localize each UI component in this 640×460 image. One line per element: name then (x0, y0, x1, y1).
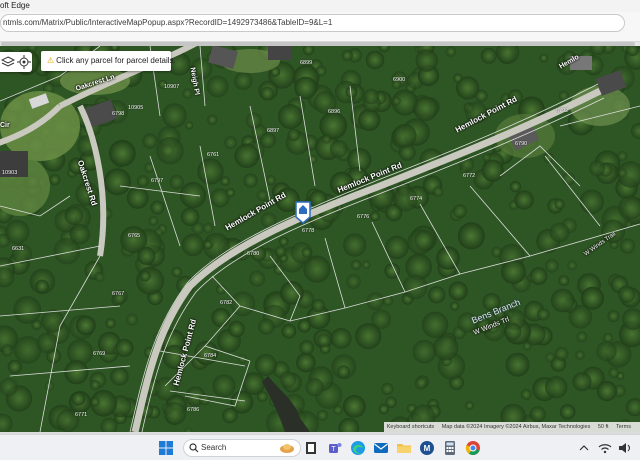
parcel-number: 6761 (207, 152, 220, 158)
chevron-up-icon[interactable] (578, 441, 590, 460)
map-attribution: Keyboard shortcuts Map data ©2024 Imager… (383, 422, 640, 432)
address-bar: ntmls.com/Matrix/Public/InteractiveMapPo… (0, 12, 640, 42)
start-icon[interactable] (158, 440, 174, 456)
parcel-hint-tooltip: ⚠ Click any parcel for parcel details. (41, 51, 176, 71)
m-app-icon[interactable]: M (419, 440, 435, 456)
svg-text:T: T (331, 446, 336, 453)
parcel-number: 6771 (75, 412, 88, 418)
parcel-number: 6765 (128, 233, 141, 239)
parcel-number: 6782 (220, 300, 233, 306)
parcel-number: 6780 (247, 251, 260, 257)
parcel-number: 6784 (204, 353, 217, 359)
calculator-icon[interactable] (442, 440, 458, 456)
search-highlight-icon (280, 442, 294, 454)
layers-icon[interactable] (0, 55, 16, 69)
parcel-hint-text: Click any parcel for parcel details. (56, 56, 176, 65)
parcel-number: 6790 (515, 141, 528, 147)
search-placeholder: Search (201, 443, 227, 452)
parcel-number: 6631 (12, 246, 25, 252)
keyboard-shortcuts-link[interactable]: Keyboard shortcuts (387, 424, 434, 430)
window-title: oft Edge (0, 1, 30, 10)
volume-icon[interactable] (618, 441, 632, 460)
parcel-number: 6900 (393, 77, 406, 83)
window-titlebar: oft Edge (0, 0, 640, 12)
parcel-number: 6897 (267, 128, 280, 134)
edge-icon[interactable] (350, 440, 366, 456)
wifi-icon[interactable] (598, 441, 612, 460)
warning-icon: ⚠ (47, 56, 55, 65)
parcel-number: 6792 (556, 108, 569, 114)
search-icon (189, 443, 199, 453)
interactive-map[interactable]: ⚠ Click any parcel for parcel details. He… (0, 46, 640, 432)
file-viewer-icon[interactable] (303, 440, 319, 456)
parcel-number: 6896 (328, 109, 341, 115)
map-data-credit: Map data ©2024 Imagery ©2024 Airbus, Max… (441, 424, 591, 430)
parcel-number: 6899 (300, 60, 313, 66)
parcel-number: 6769 (93, 351, 106, 357)
file-explorer-icon[interactable] (396, 440, 412, 456)
parcel-number: 6786 (187, 407, 200, 413)
parcel-number: 6767 (112, 291, 125, 297)
map-tools (0, 52, 32, 72)
parcel-number: 6797 (151, 178, 164, 184)
taskbar-search-box[interactable]: Search (183, 439, 301, 457)
parcel-number: 10905 (128, 105, 144, 111)
parcel-number: 6774 (410, 196, 423, 202)
parcel-number: 6772 (463, 173, 476, 179)
chrome-icon[interactable] (465, 440, 481, 456)
parcel-number: 10903 (2, 170, 18, 176)
taskbar: Search T M (0, 434, 640, 460)
aerial-imagery (0, 46, 640, 432)
map-scale: 50 ft (597, 424, 609, 430)
parcel-number: 10907 (164, 84, 180, 90)
road-label: Cir (0, 122, 10, 129)
parcel-number: 6776 (357, 214, 370, 220)
svg-text:M: M (424, 444, 431, 453)
parcel-number: 6778 (302, 228, 315, 234)
url-field[interactable]: ntmls.com/Matrix/Public/InteractiveMapPo… (0, 14, 625, 32)
terms-link[interactable]: Terms (616, 424, 631, 430)
mail-icon[interactable] (373, 440, 389, 456)
parcel-number: 6798 (112, 111, 125, 117)
system-tray (578, 441, 638, 455)
teams-icon[interactable]: T (327, 440, 343, 456)
locate-icon[interactable] (17, 55, 31, 69)
